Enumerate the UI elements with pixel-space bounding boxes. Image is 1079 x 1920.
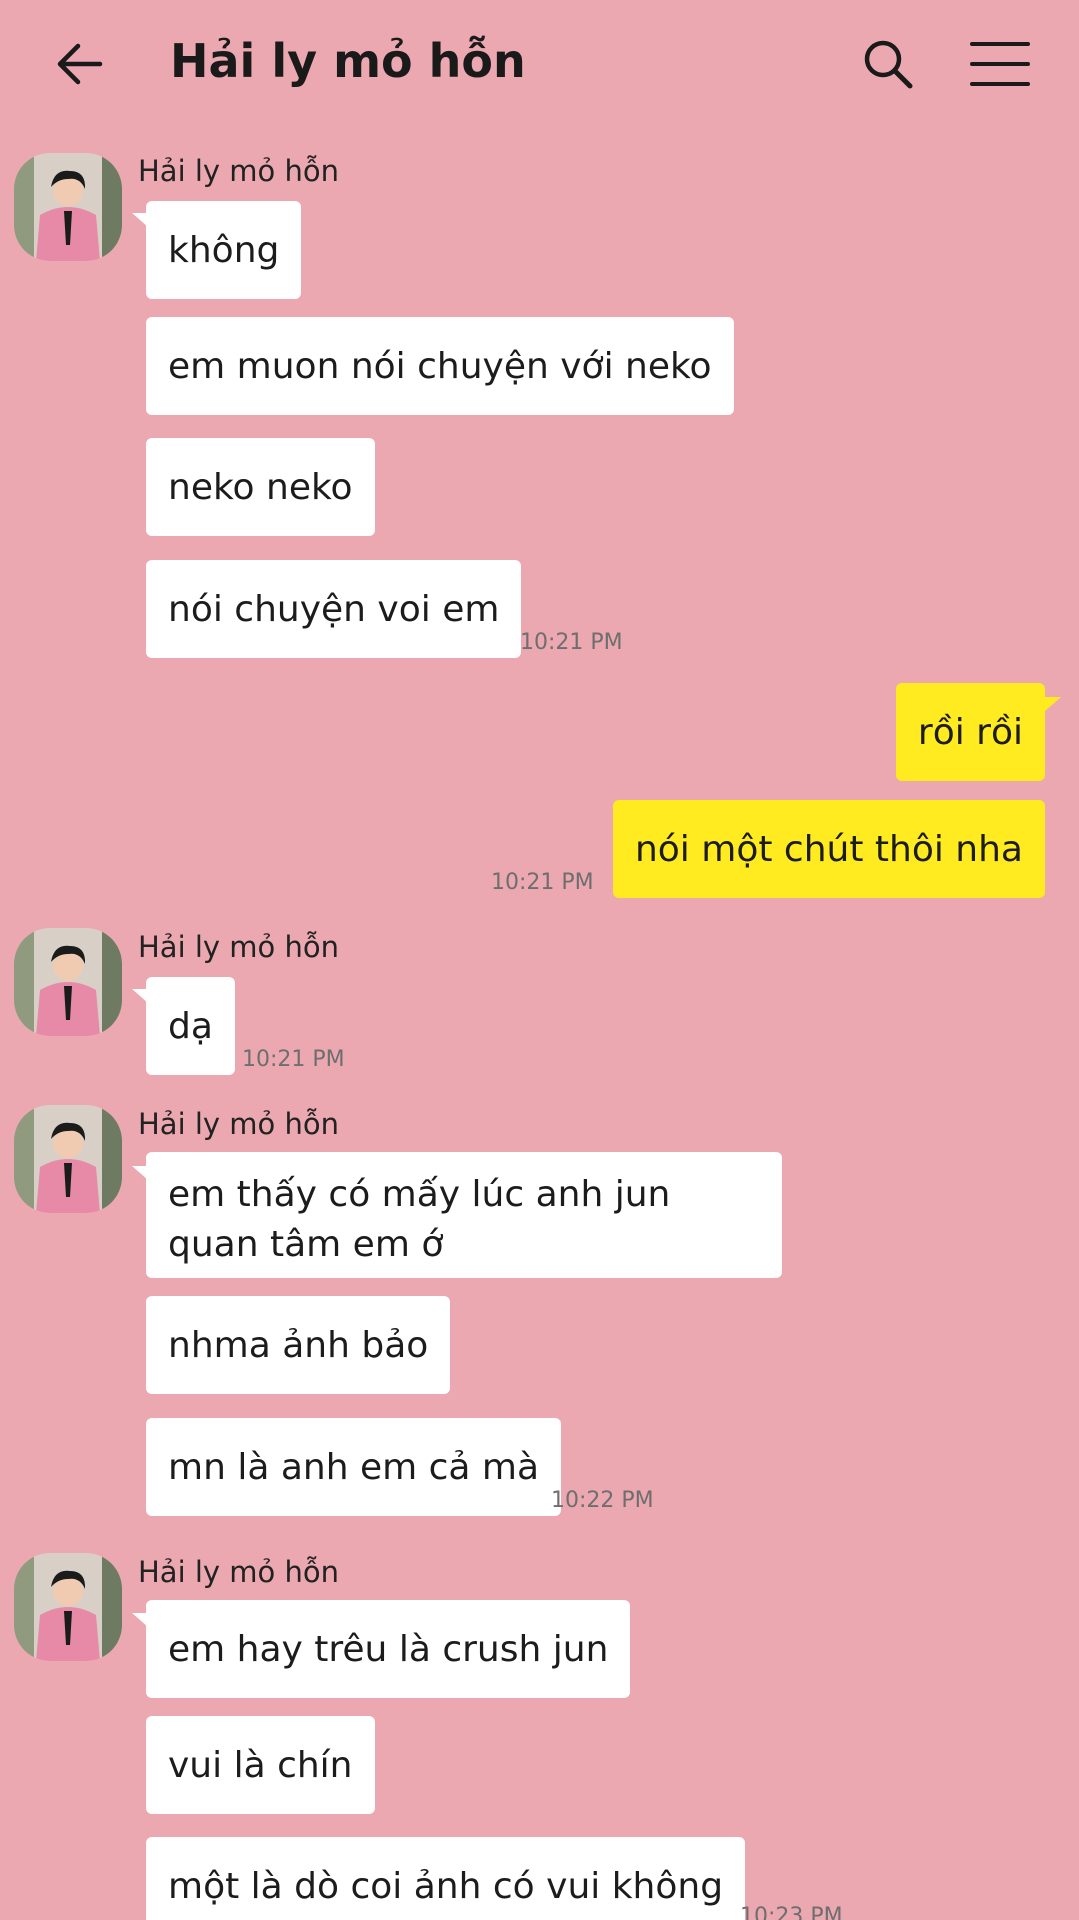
chat-title: Hải ly mỏ hỗn <box>170 34 526 88</box>
contact-avatar[interactable] <box>14 928 122 1036</box>
search-button[interactable] <box>848 24 928 104</box>
search-icon <box>864 40 913 89</box>
arrow-left-icon <box>57 43 103 85</box>
back-button[interactable] <box>40 24 120 104</box>
hamburger-menu-icon <box>970 42 1030 86</box>
sender-name: Hải ly mỏ hỗn <box>138 1555 340 1589</box>
incoming-message[interactable]: mn là anh em cả mà <box>146 1418 562 1516</box>
incoming-message[interactable]: không <box>146 201 302 299</box>
sender-name: Hải ly mỏ hỗn <box>138 1107 340 1141</box>
incoming-message[interactable]: em muon nói chuyện với neko <box>146 317 734 415</box>
message-timestamp: 10:21 PM <box>520 630 623 655</box>
contact-avatar[interactable] <box>14 1553 122 1661</box>
incoming-message[interactable]: neko neko <box>146 438 375 536</box>
message-timestamp: 10:23 PM <box>740 1904 843 1920</box>
incoming-message[interactable]: dạ <box>146 977 235 1075</box>
sender-name: Hải ly mỏ hỗn <box>138 930 340 964</box>
incoming-message[interactable]: em thấy có mấy lúc anh jun quan tâm em ớ <box>146 1152 782 1278</box>
sender-name: Hải ly mỏ hỗn <box>138 154 340 188</box>
incoming-message[interactable]: vui là chín <box>146 1716 375 1814</box>
chat-screen: Hải ly mỏ hỗn Hải ly mỏ hỗn không em muo… <box>0 0 1079 1920</box>
message-list[interactable]: Hải ly mỏ hỗn không em muon nói chuyện v… <box>0 130 1079 1920</box>
contact-avatar[interactable] <box>14 1105 122 1213</box>
contact-avatar[interactable] <box>14 153 122 261</box>
menu-button[interactable] <box>960 24 1040 104</box>
incoming-message[interactable]: nói chuyện voi em <box>146 560 522 658</box>
incoming-message[interactable]: nhma ảnh bảo <box>146 1296 451 1394</box>
message-timestamp: 10:21 PM <box>491 870 594 895</box>
outgoing-message[interactable]: nói một chút thôi nha <box>612 800 1045 898</box>
incoming-message[interactable]: em hay trêu là crush jun <box>146 1600 631 1698</box>
message-timestamp: 10:21 PM <box>242 1047 345 1072</box>
outgoing-message[interactable]: rồi rồi <box>895 683 1045 781</box>
bubble-tail <box>1045 697 1061 711</box>
message-timestamp: 10:22 PM <box>551 1488 654 1513</box>
top-app-bar: Hải ly mỏ hỗn <box>0 0 1079 130</box>
incoming-message[interactable]: một là dò coi ảnh có vui không <box>146 1837 746 1920</box>
